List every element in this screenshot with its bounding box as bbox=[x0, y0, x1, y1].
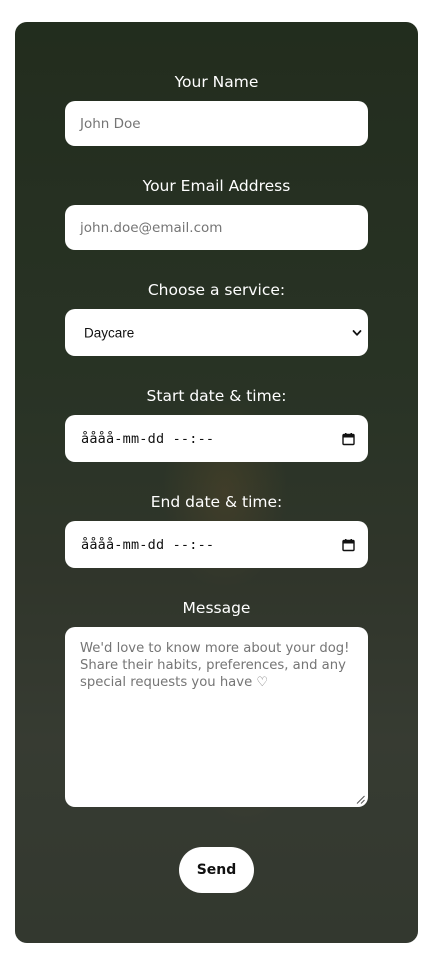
service-selected-value: Daycare bbox=[84, 325, 135, 340]
email-placeholder: john.doe@email.com bbox=[80, 219, 223, 236]
end-datetime-value: åååå-mm-dd --:-- bbox=[81, 536, 215, 553]
booking-form-card: Your Name John Doe Your Email Address jo… bbox=[15, 22, 418, 943]
name-input[interactable]: John Doe bbox=[65, 101, 368, 146]
start-datetime-input[interactable]: åååå-mm-dd --:-- bbox=[65, 415, 368, 462]
service-label: Choose a service: bbox=[147, 281, 286, 299]
booking-form: Your Name John Doe Your Email Address jo… bbox=[15, 22, 418, 943]
message-placeholder: We'd love to know more about your dog! S… bbox=[80, 641, 350, 690]
message-textarea[interactable]: We'd love to know more about your dog! S… bbox=[65, 627, 368, 807]
name-placeholder: John Doe bbox=[80, 115, 141, 132]
name-label: Your Name bbox=[174, 73, 259, 91]
service-select[interactable]: Daycare bbox=[65, 309, 368, 356]
resize-handle-icon[interactable] bbox=[356, 795, 365, 804]
start-datetime-value: åååå-mm-dd --:-- bbox=[81, 430, 215, 447]
chevron-down-icon bbox=[352, 329, 362, 336]
email-input[interactable]: john.doe@email.com bbox=[65, 205, 368, 250]
calendar-icon[interactable] bbox=[342, 538, 355, 551]
start-datetime-label: Start date & time: bbox=[146, 387, 287, 405]
send-button[interactable]: Send bbox=[179, 847, 254, 893]
end-datetime-label: End date & time: bbox=[150, 493, 283, 511]
email-label: Your Email Address bbox=[142, 177, 291, 195]
message-label: Message bbox=[182, 599, 251, 617]
end-datetime-input[interactable]: åååå-mm-dd --:-- bbox=[65, 521, 368, 568]
calendar-icon[interactable] bbox=[342, 432, 355, 445]
